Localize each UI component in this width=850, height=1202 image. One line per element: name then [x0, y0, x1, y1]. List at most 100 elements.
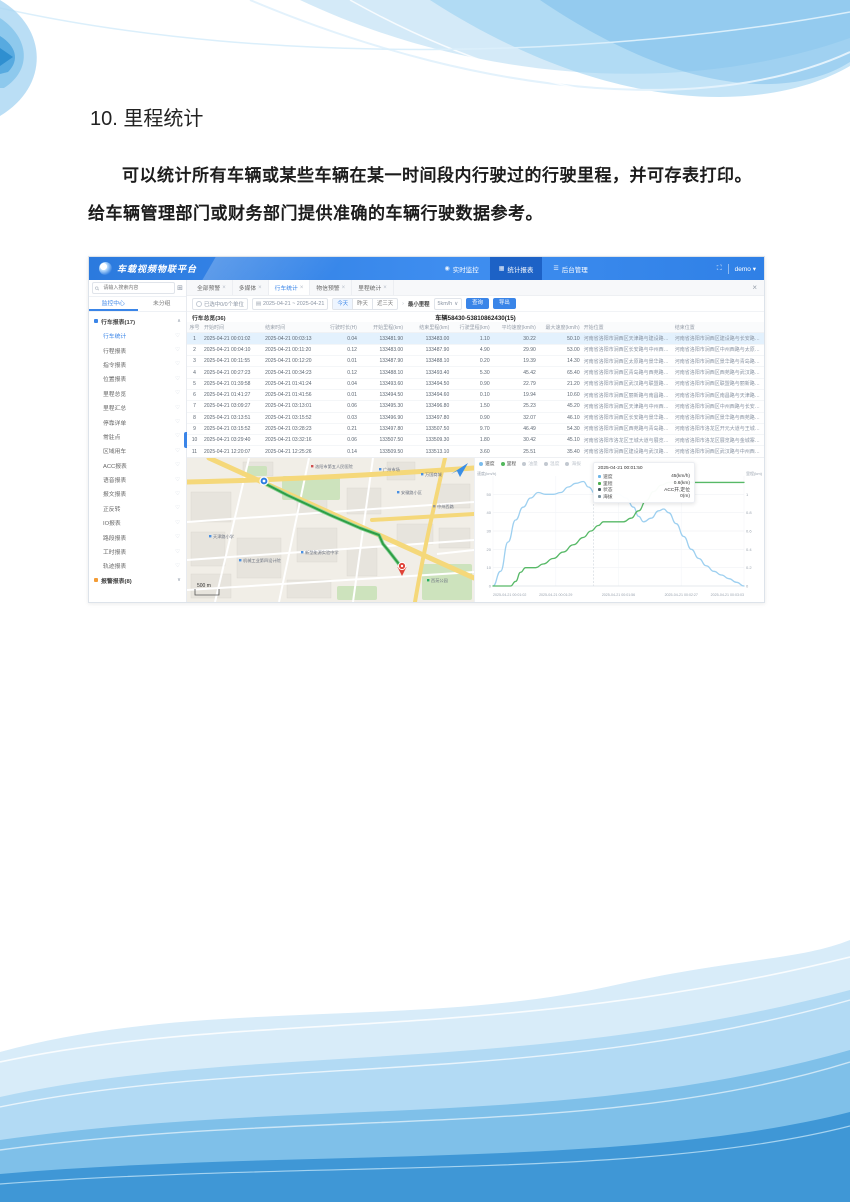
table-cell: 2025-04-21 03:15:52: [202, 423, 263, 434]
favorite-icon[interactable]: ♡: [175, 448, 180, 454]
sidebar-item-report[interactable]: 轨迹报表♡: [89, 559, 186, 573]
legend-item-里程[interactable]: 里程: [501, 460, 517, 467]
tab-里程统计[interactable]: 里程统计×: [352, 280, 394, 295]
tab-物信预警[interactable]: 物信预警×: [310, 280, 352, 295]
quick-range-今天[interactable]: 今天: [333, 299, 353, 309]
tab-行车统计[interactable]: 行车统计×: [269, 280, 311, 295]
close-tab-icon[interactable]: ×: [383, 285, 387, 291]
favorite-icon[interactable]: ♡: [175, 433, 180, 439]
report-group-header[interactable]: 报警报表(8)∨: [89, 573, 186, 587]
favorite-icon[interactable]: ♡: [175, 520, 180, 526]
top-navigation: ◉实时监控▦统计报表☰后台管理: [435, 257, 596, 280]
close-icon[interactable]: ×: [749, 283, 760, 292]
caret-icon[interactable]: ∨: [177, 577, 181, 583]
tab-多媒体[interactable]: 多媒体×: [233, 280, 269, 295]
close-tab-icon[interactable]: ×: [342, 285, 346, 291]
route-start-marker-icon[interactable]: [260, 477, 268, 485]
query-button[interactable]: 查询: [466, 298, 489, 309]
caret-icon[interactable]: ∧: [177, 318, 181, 324]
table-row[interactable]: 32025-04-21 00:11:552025-04-21 00:12:200…: [187, 356, 764, 367]
fullscreen-icon[interactable]: ⛶: [717, 265, 722, 273]
table-row[interactable]: 12025-04-21 00:01:022025-04-21 00:03:130…: [187, 333, 764, 344]
search-box[interactable]: [92, 282, 175, 294]
unit-selector[interactable]: 已选中0/0个单位: [192, 298, 248, 310]
favorite-icon[interactable]: ♡: [175, 390, 180, 396]
min-mileage-select[interactable]: 5km/h ∨: [434, 298, 463, 310]
legend-item-速度[interactable]: 速度: [479, 460, 495, 467]
favorite-icon[interactable]: ♡: [175, 405, 180, 411]
favorite-icon[interactable]: ♡: [175, 361, 180, 367]
favorite-icon[interactable]: ♡: [175, 333, 180, 339]
nav-item-report[interactable]: ▦统计报表: [490, 257, 543, 280]
sidebar-item-report[interactable]: 正反转♡: [89, 501, 186, 515]
tab-label: 里程统计: [358, 283, 381, 292]
favorite-icon[interactable]: ♡: [175, 462, 180, 468]
table-row[interactable]: 72025-04-21 03:09:272025-04-21 03:13:010…: [187, 401, 764, 412]
table-cell: 0.90: [451, 412, 491, 423]
sidebar-collapse-handle[interactable]: [184, 432, 187, 448]
table-cell: 2025-04-21 00:03:13: [263, 333, 324, 344]
table-row[interactable]: 42025-04-21 00:27:232025-04-21 00:34:230…: [187, 367, 764, 378]
sidebar-tab[interactable]: 监控中心: [89, 297, 138, 311]
sidebar-item-report[interactable]: 行程报表♡: [89, 343, 186, 357]
date-range-picker[interactable]: ▤ 2025-04-21 ~ 2025-04-21: [252, 298, 329, 310]
quick-range-昨天[interactable]: 昨天: [353, 299, 373, 309]
legend-item-海拔[interactable]: 海拔: [565, 460, 581, 467]
table-row[interactable]: 102025-04-21 03:29:402025-04-21 03:32:16…: [187, 435, 764, 446]
sidebar-item-report[interactable]: 区域用车♡: [89, 444, 186, 458]
export-button[interactable]: 导出: [493, 298, 516, 309]
tab-全部预警[interactable]: 全部预警×: [191, 280, 233, 295]
sidebar-item-report[interactable]: ACC报表♡: [89, 458, 186, 472]
map-canvas[interactable]: 洛阳市第五人民医院广州市场万国商城安徽路小区中州西路天津路小学机械工业第四设计院…: [187, 458, 474, 602]
table-row[interactable]: 82025-04-21 03:13:512025-04-21 03:15:520…: [187, 412, 764, 423]
table-cell: 河南省洛阳市涧西区建设路与武汉路交叉口向西150米 洛阳市涧西...: [582, 446, 673, 457]
nav-item-admin[interactable]: ☰后台管理: [544, 257, 596, 280]
favorite-icon[interactable]: ♡: [175, 419, 180, 425]
favorite-icon[interactable]: ♡: [175, 534, 180, 540]
sidebar-item-report[interactable]: 指令报表♡: [89, 357, 186, 371]
tooltip-series-icon: [598, 495, 601, 498]
search-input[interactable]: [101, 284, 172, 292]
favorite-icon[interactable]: ♡: [175, 477, 180, 483]
table-cell: 0.03: [324, 412, 359, 423]
sidebar-item-report[interactable]: 工时报表♡: [89, 544, 186, 558]
favorite-icon[interactable]: ♡: [175, 549, 180, 555]
favorite-icon[interactable]: ♡: [175, 347, 180, 353]
report-item-label: 报文报表: [103, 489, 126, 498]
table-row[interactable]: 92025-04-21 03:15:522025-04-21 03:28:230…: [187, 423, 764, 434]
favorite-icon[interactable]: ♡: [175, 505, 180, 511]
user-menu[interactable]: demo ▾: [735, 265, 756, 273]
favorite-icon[interactable]: ♡: [175, 376, 180, 382]
report-group-header[interactable]: 行车报表(17)∧: [89, 314, 186, 328]
table-cell: 0.21: [324, 423, 359, 434]
chevron-right-icon[interactable]: ›: [402, 301, 404, 307]
table-row[interactable]: 62025-04-21 01:41:272025-04-21 01:41:560…: [187, 389, 764, 400]
legend-dot-icon: [501, 462, 505, 466]
table-row[interactable]: 52025-04-21 01:39:582025-04-21 01:41:240…: [187, 378, 764, 389]
legend-item-温度[interactable]: 温度: [544, 460, 560, 467]
sidebar-item-report[interactable]: 位置报表♡: [89, 372, 186, 386]
table-row[interactable]: 112025-04-21 12:20:072025-04-21 12:25:26…: [187, 446, 764, 457]
favorite-icon[interactable]: ♡: [175, 563, 180, 569]
sidebar-item-report[interactable]: 常驻点♡: [89, 429, 186, 443]
legend-item-油量[interactable]: 油量: [522, 460, 538, 467]
table-row[interactable]: 22025-04-21 00:04:102025-04-21 00:11:200…: [187, 344, 764, 355]
sidebar-item-report[interactable]: 路段报表♡: [89, 530, 186, 544]
sidebar-item-report[interactable]: 语音报表♡: [89, 472, 186, 486]
sidebar-tab[interactable]: 未分组: [138, 297, 187, 311]
sidebar-item-report[interactable]: 行车统计♡: [89, 328, 186, 342]
sidebar-item-report[interactable]: 报文报表 ♡: [89, 487, 186, 501]
favorite-icon[interactable]: ♡: [175, 491, 180, 497]
sidebar-item-report[interactable]: IO报表♡: [89, 516, 186, 530]
sidebar-item-report[interactable]: 里程总览♡: [89, 386, 186, 400]
close-tab-icon[interactable]: ×: [300, 285, 304, 291]
sidebar-item-report[interactable]: 里程汇总♡: [89, 400, 186, 414]
sidebar-item-report[interactable]: 停靠详单♡: [89, 415, 186, 429]
table-cell: 2025-04-21 01:41:24: [263, 378, 324, 389]
close-tab-icon[interactable]: ×: [258, 285, 262, 291]
nav-item-monitor[interactable]: ◉实时监控: [435, 257, 487, 280]
group-view-icon[interactable]: ⊞: [177, 285, 183, 292]
close-tab-icon[interactable]: ×: [222, 285, 226, 291]
quick-range-近三天[interactable]: 近三天: [373, 299, 397, 309]
table-cell: 133513.10: [405, 446, 451, 457]
